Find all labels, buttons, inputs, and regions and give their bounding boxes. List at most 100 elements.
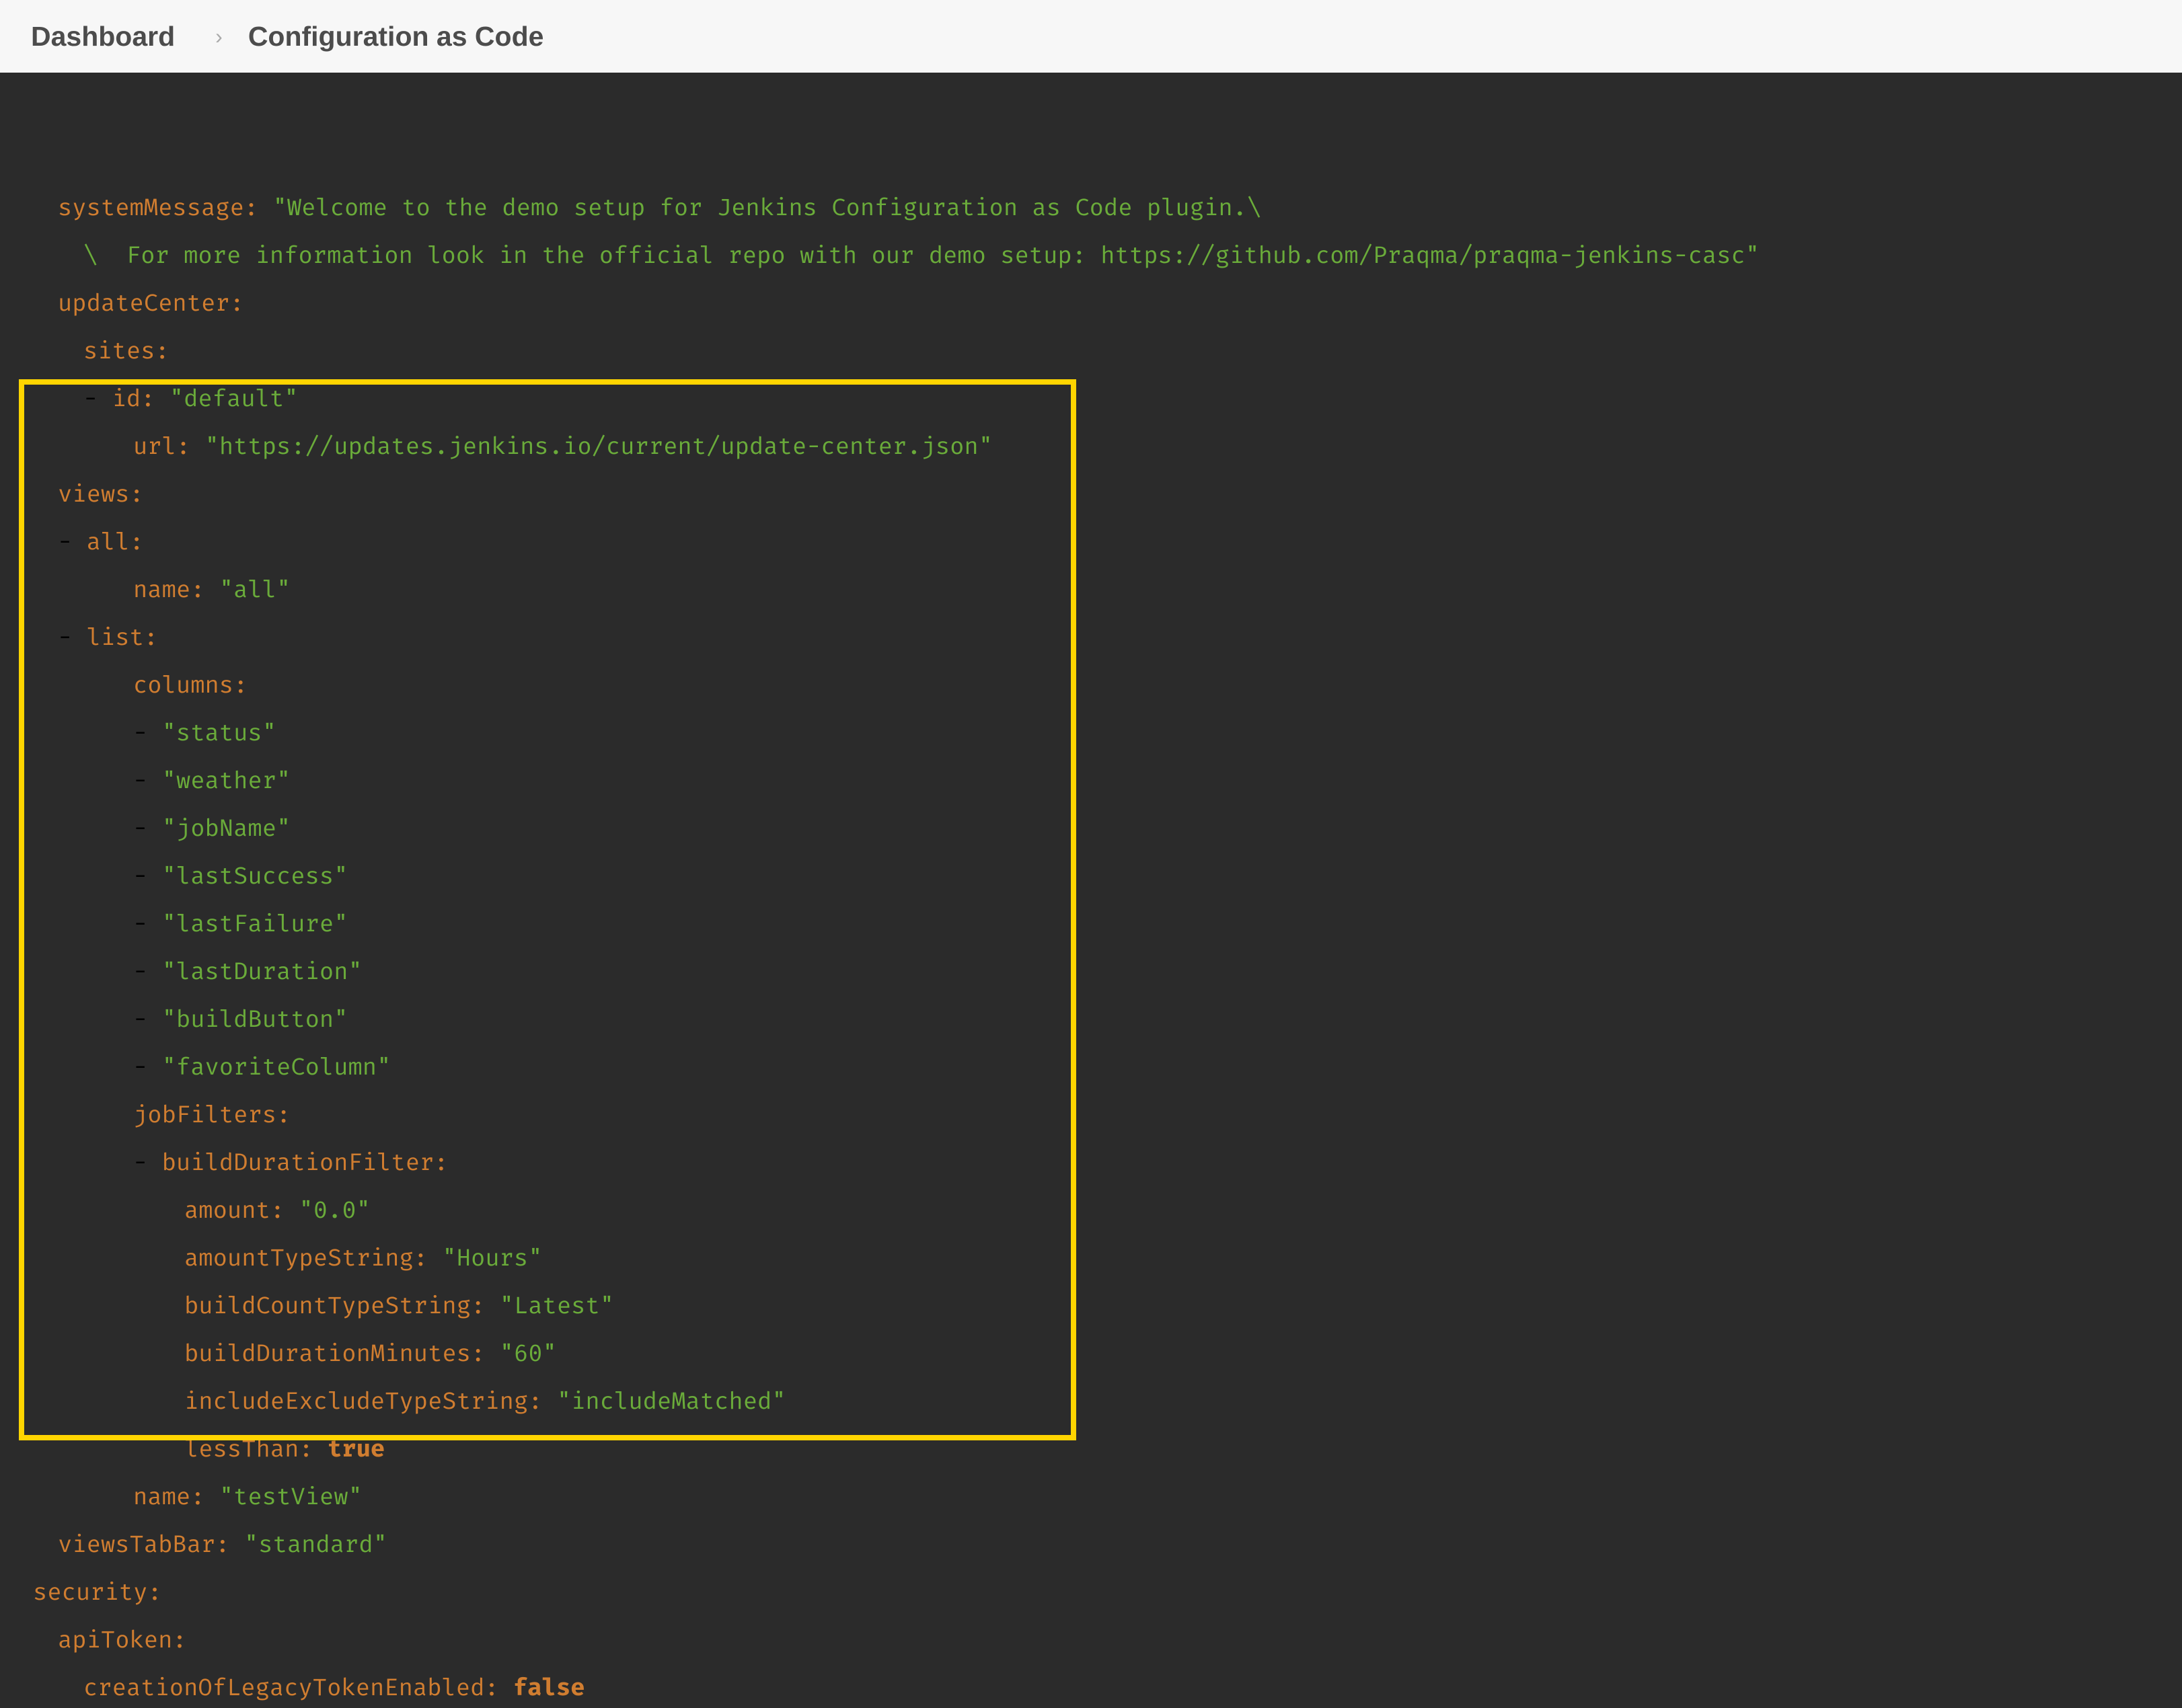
yaml-bool: true <box>328 1435 385 1463</box>
yaml-text: - <box>133 910 162 938</box>
yaml-text <box>285 1196 299 1225</box>
code-line: apiToken: <box>8 1617 2174 1664</box>
yaml-key: viewsTabBar: <box>58 1530 230 1559</box>
yaml-text <box>258 194 272 222</box>
code-line: updateCenter: <box>8 280 2174 327</box>
code-line: amountTypeString: "Hours" <box>8 1235 2174 1282</box>
yaml-key: jobFilters: <box>133 1101 291 1129</box>
yaml-key: includeExcludeTypeString: <box>184 1387 543 1415</box>
yaml-key: amountTypeString: <box>184 1244 428 1272</box>
yaml-string: "0.0" <box>299 1196 371 1225</box>
yaml-string: "standard" <box>244 1530 387 1559</box>
yaml-text <box>205 576 219 604</box>
yaml-text <box>205 1483 219 1511</box>
code-line: - "jobName" <box>8 805 2174 853</box>
yaml-key: lessThan: <box>184 1435 313 1463</box>
yaml-string: "favoriteColumn" <box>162 1053 391 1081</box>
yaml-text: - <box>58 528 87 556</box>
code-line: columns: <box>8 662 2174 709</box>
code-line: - list: <box>8 614 2174 662</box>
yaml-text: - <box>133 958 162 986</box>
yaml-key: apiToken: <box>58 1626 187 1654</box>
code-line: - "buildButton" <box>8 996 2174 1044</box>
yaml-key: systemMessage: <box>58 194 258 222</box>
code-line: amount: "0.0" <box>8 1187 2174 1235</box>
code-line: jobFilters: <box>8 1091 2174 1139</box>
yaml-string: "60" <box>500 1340 557 1368</box>
code-line: - id: "default" <box>8 375 2174 423</box>
yaml-key: columns: <box>133 671 248 699</box>
yaml-key: id: <box>112 385 155 413</box>
code-line: viewsTabBar: "standard" <box>8 1521 2174 1569</box>
yaml-text: - <box>133 814 162 843</box>
yaml-string: "testView" <box>219 1483 363 1511</box>
yaml-string: "buildButton" <box>162 1005 348 1034</box>
yaml-string: \ For more information look in the offic… <box>83 241 1760 270</box>
breadcrumb-root[interactable]: Dashboard <box>31 21 175 52</box>
code-line: - buildDurationFilter: <box>8 1139 2174 1187</box>
yaml-text <box>485 1340 499 1368</box>
yaml-text: - <box>58 623 87 652</box>
code-line: buildCountTypeString: "Latest" <box>8 1282 2174 1330</box>
yaml-key: security: <box>33 1578 162 1606</box>
yaml-key: buildCountTypeString: <box>184 1292 485 1320</box>
code-line: systemMessage: "Welcome to the demo setu… <box>8 184 2174 232</box>
yaml-text <box>485 1292 499 1320</box>
yaml-text: - <box>133 719 162 747</box>
code-line: - "status" <box>8 709 2174 757</box>
yaml-key: name: <box>133 576 205 604</box>
yaml-key: name: <box>133 1483 205 1511</box>
code-line: - "lastFailure" <box>8 900 2174 948</box>
yaml-text <box>190 432 204 461</box>
yaml-string: "status" <box>162 719 276 747</box>
yaml-string: "lastSuccess" <box>162 862 348 890</box>
yaml-string: "lastDuration" <box>162 958 363 986</box>
yaml-text <box>428 1244 442 1272</box>
code-line: name: "testView" <box>8 1473 2174 1521</box>
code-line: - "weather" <box>8 757 2174 805</box>
yaml-key: all: <box>87 528 144 556</box>
breadcrumb-page[interactable]: Configuration as Code <box>248 21 544 52</box>
yaml-text <box>543 1387 557 1415</box>
yaml-text: - <box>133 1005 162 1034</box>
yaml-key: url: <box>133 432 190 461</box>
yaml-key: creationOfLegacyTokenEnabled: <box>83 1674 499 1702</box>
code-line: url: "https://updates.jenkins.io/current… <box>8 423 2174 471</box>
yaml-text: - <box>83 385 112 413</box>
yaml-text: - <box>133 1053 162 1081</box>
code-line: - "lastSuccess" <box>8 853 2174 900</box>
yaml-bool: false <box>513 1674 585 1702</box>
yaml-string: "includeMatched" <box>557 1387 786 1415</box>
yaml-key: buildDurationMinutes: <box>184 1340 485 1368</box>
code-line: buildDurationMinutes: "60" <box>8 1330 2174 1378</box>
yaml-key: list: <box>87 623 159 652</box>
yaml-key: views: <box>58 480 144 508</box>
yaml-text <box>230 1530 244 1559</box>
yaml-string: "jobName" <box>162 814 291 843</box>
code-line: \ For more information look in the offic… <box>8 232 2174 280</box>
code-line: views: <box>8 471 2174 518</box>
code-line: - "lastDuration" <box>8 948 2174 996</box>
yaml-text <box>313 1435 328 1463</box>
yaml-string: "Welcome to the demo setup for Jenkins C… <box>273 194 1262 222</box>
code-line: creationOfLegacyTokenEnabled: false <box>8 1664 2174 1708</box>
code-line: - "favoriteColumn" <box>8 1044 2174 1091</box>
yaml-string: "Hours" <box>442 1244 542 1272</box>
chevron-right-icon: › <box>215 24 223 49</box>
breadcrumb: Dashboard › Configuration as Code <box>0 0 2182 73</box>
code-line: security: <box>8 1569 2174 1617</box>
yaml-text <box>499 1674 513 1702</box>
yaml-code-viewer[interactable]: systemMessage: "Welcome to the demo setu… <box>0 73 2182 1708</box>
code-line: name: "all" <box>8 566 2174 614</box>
yaml-key: buildDurationFilter: <box>162 1149 449 1177</box>
yaml-text: - <box>133 1149 162 1177</box>
yaml-string: "weather" <box>162 767 291 795</box>
yaml-key: amount: <box>184 1196 285 1225</box>
yaml-key: sites: <box>83 337 170 365</box>
code-line: sites: <box>8 327 2174 375</box>
yaml-text: - <box>133 862 162 890</box>
code-line: - all: <box>8 518 2174 566</box>
yaml-text: - <box>133 767 162 795</box>
yaml-string: "Latest" <box>500 1292 614 1320</box>
yaml-string: "default" <box>170 385 299 413</box>
